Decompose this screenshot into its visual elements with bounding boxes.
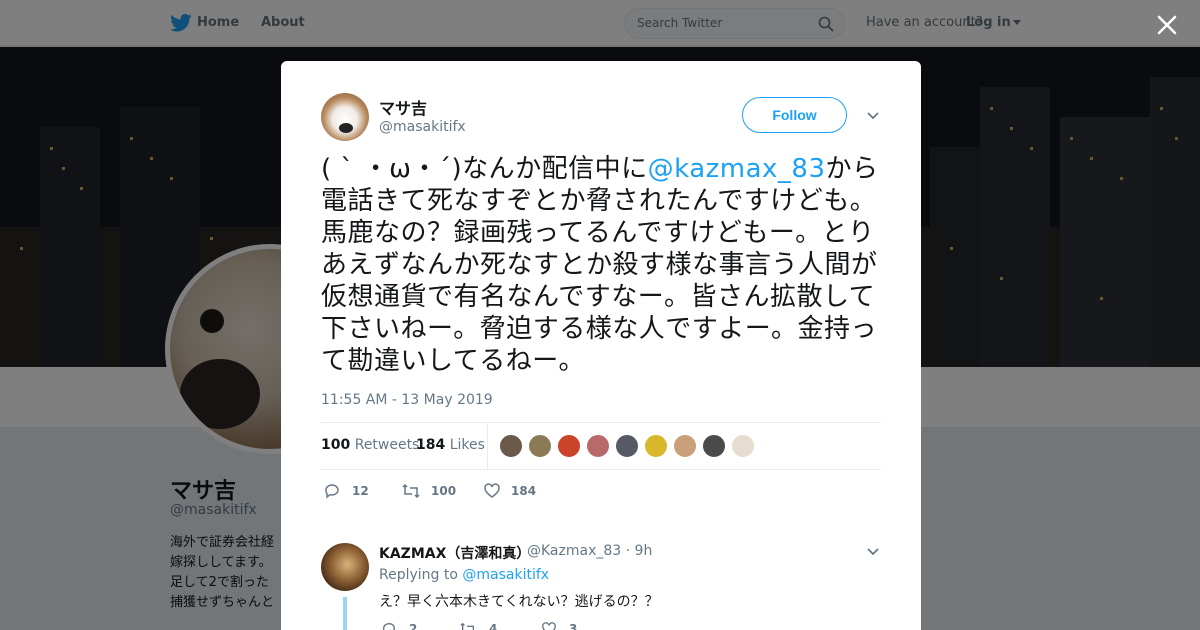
replying-to-mention[interactable]: @masakitifx: [462, 567, 549, 583]
reply-text: え？早く六本木きてくれない？逃げるの？？: [379, 594, 659, 610]
tweet-text-rest: から電話きて死なすぞとか脅されたんですけども。馬鹿なの？録画残ってるんですけども…: [321, 154, 879, 376]
retweet-icon: [460, 622, 474, 630]
liker-avatar[interactable]: [615, 434, 639, 458]
liker-avatar[interactable]: [528, 434, 552, 458]
reply-author-handle-and-time: @Kazmax_83 · 9h: [527, 543, 652, 559]
divider: [321, 469, 881, 470]
follow-button[interactable]: Follow: [742, 97, 847, 133]
reply-tweet[interactable]: KAZMAX（吉澤和真） @Kazmax_83 · 9h Replying to…: [321, 543, 881, 630]
like-count: 184: [511, 484, 537, 498]
likes-label: Likes: [449, 437, 485, 453]
reply-like-count: 3: [569, 622, 578, 630]
heart-icon: [542, 622, 556, 630]
chevron-down-icon[interactable]: [866, 111, 880, 121]
reply-author-avatar[interactable]: [321, 543, 369, 591]
tweet-text-start: ( ` ・ω・´)なんか配信中に: [321, 154, 648, 184]
liker-avatar[interactable]: [499, 434, 523, 458]
liker-avatar[interactable]: [644, 434, 668, 458]
divider: [321, 422, 881, 423]
reply-reply-count: 2: [409, 622, 418, 630]
thread-line: [343, 597, 347, 630]
reply-retweet-count: 4: [489, 622, 498, 630]
close-icon[interactable]: [1156, 14, 1178, 36]
retweets-stat[interactable]: 100 Retweets: [321, 437, 419, 453]
tweet-permalink-modal: マサ吉 @masakitifx Follow ( ` ・ω・´)なんか配信中に@…: [281, 61, 921, 630]
replying-to-label: Replying to: [379, 567, 458, 583]
tweet-text: ( ` ・ω・´)なんか配信中に@kazmax_83から電話きて死なすぞとか脅さ…: [321, 153, 883, 377]
liker-avatar[interactable]: [673, 434, 697, 458]
reply-icon: [382, 623, 395, 630]
reply-reply-button[interactable]: 2: [381, 621, 417, 630]
avatar-nose: [339, 123, 353, 133]
retweets-count: 100: [321, 437, 351, 453]
author-name[interactable]: マサ吉: [379, 95, 427, 119]
retweets-label: Retweets: [354, 437, 420, 453]
author-handle[interactable]: @masakitifx: [379, 119, 466, 135]
heart-icon: [484, 483, 500, 498]
likes-stat[interactable]: 184 Likes: [416, 437, 485, 453]
mention-link[interactable]: @kazmax_83: [648, 154, 826, 184]
liker-avatar[interactable]: [586, 434, 610, 458]
author-avatar[interactable]: [321, 93, 369, 141]
retweet-icon: [402, 483, 420, 499]
liker-avatar[interactable]: [731, 434, 755, 458]
tweet-timestamp[interactable]: 11:55 AM - 13 May 2019: [321, 392, 493, 408]
retweet-count: 100: [431, 484, 457, 498]
reply-icon: [325, 484, 339, 499]
divider: [487, 423, 488, 469]
reply-author-handle[interactable]: @Kazmax_83: [527, 543, 621, 559]
likes-count: 184: [416, 437, 446, 453]
chevron-down-icon[interactable]: [866, 547, 880, 557]
replying-to: Replying to @masakitifx: [379, 567, 549, 583]
reply-like-button[interactable]: 3: [541, 621, 577, 630]
reply-author-name[interactable]: KAZMAX（吉澤和真）: [379, 543, 530, 563]
reply-retweet-button[interactable]: 4: [459, 621, 497, 630]
liker-avatar[interactable]: [702, 434, 726, 458]
liker-avatar[interactable]: [557, 434, 581, 458]
reply-time[interactable]: · 9h: [626, 543, 653, 559]
reply-count: 12: [352, 484, 369, 498]
